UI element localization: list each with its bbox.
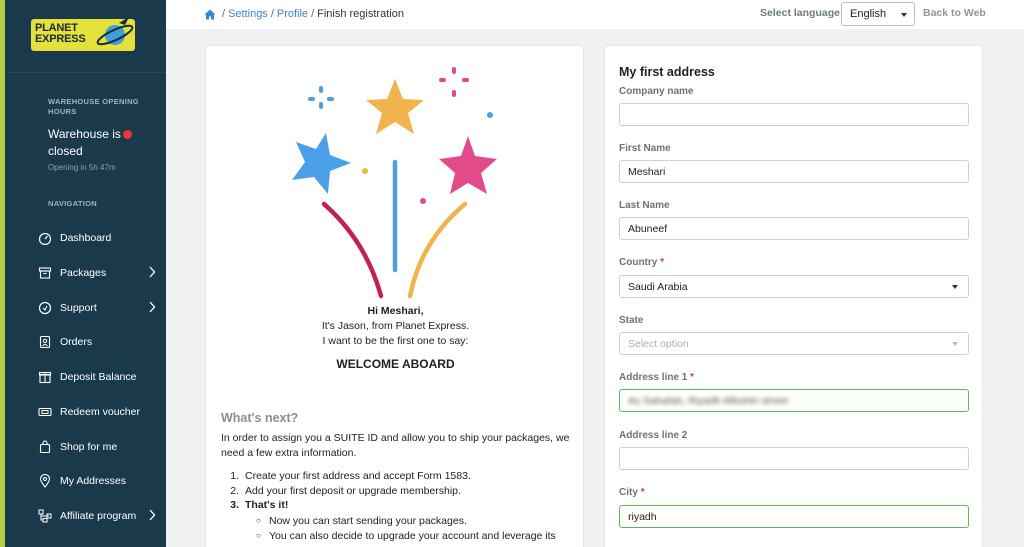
sidebar-accent-strip [0,0,5,547]
deposit-icon [38,371,52,384]
caret-down-icon [901,13,907,17]
nav-my-addresses[interactable]: My Addresses [38,470,160,492]
address-line-2-label: Address line 2 [619,430,688,441]
navigation-title: NAVIGATION [48,199,97,208]
nav-packages[interactable]: Packages [38,262,160,284]
address-line-2-input[interactable] [619,447,969,470]
nav-affiliate-program[interactable]: Affiliate program [38,505,160,527]
support-icon [38,301,52,315]
top-bar: / Settings / Profile / Finish registrati… [166,0,1024,29]
nav-deposit-balance[interactable]: Deposit Balance [38,366,160,388]
whats-next-intro: In order to assign you a SUITE ID and al… [221,432,570,459]
nav-label: Support [60,302,97,314]
package-icon [38,267,52,279]
nav-label: Orders [60,336,93,348]
address-form-card: My first address Company name First Name… [604,45,983,547]
chevron-right-icon [149,509,156,521]
intro-line: I want to be the first one to say: [322,335,469,347]
required-marker: * [690,372,695,383]
chevron-right-icon [149,301,156,313]
breadcrumb-settings[interactable]: Settings [228,8,268,20]
nav-orders[interactable]: Orders [38,331,160,353]
steps-list: 1. Create your first address and accept F… [221,469,471,513]
breadcrumb-separator: / [222,8,226,20]
logo-text: PLANET EXPRESS [35,22,86,45]
warehouse-hours-title: WAREHOUSE OPENING HOURS [48,97,139,116]
caret-down-icon [952,342,958,346]
dashboard-icon [38,232,52,245]
planet-icon [96,17,134,46]
nav-support[interactable]: Support [38,297,160,319]
city-input[interactable]: riyadh [619,505,969,528]
nav-label: Shop for me [60,441,118,453]
address-line-1-label: Address line 1 * [619,372,695,383]
city-label: City * [619,487,645,498]
closed-status-dot [123,130,132,139]
required-marker: * [660,257,665,268]
first-name-input[interactable]: Meshari [619,160,969,183]
state-select[interactable]: Select option [619,332,969,355]
affiliate-icon [38,509,52,523]
greeting: Hi Meshari, [367,305,424,317]
list-item: ○ Now you can start sending your packages… [256,515,467,527]
nav-label: Affiliate program [60,510,137,522]
nav-label: Redeem voucher [60,406,140,418]
location-pin-icon [39,474,51,488]
list-item: 3. That's it! [230,499,289,511]
warehouse-opening-time: Opening in 5h 47m [48,163,116,172]
fireworks-illustration [292,67,497,299]
breadcrumb-separator: / [270,8,274,20]
sidebar-divider [5,72,166,73]
voucher-icon [38,407,52,417]
state-label: State [619,315,644,326]
sidebar: PLANET EXPRESS WAREHOUSE OPENING HOURS W… [0,0,166,547]
first-name-label: First Name [619,143,671,154]
chevron-right-icon [149,266,156,278]
list-item: ○ You can also decide to upgrade your acc… [256,529,556,542]
nav-shop-for-me[interactable]: Shop for me [38,436,160,458]
list-item: 1. Create your first address and accept F… [230,470,471,482]
last-name-input[interactable]: Abuneef [619,217,969,240]
company-name-input[interactable] [619,103,969,126]
orders-icon [39,335,51,349]
welcome-card: Hi Meshari, It's Jason, from Planet Expr… [205,45,584,547]
substeps-list: ○ Now you can start sending your packages… [252,514,556,543]
country-value: Saudi Arabia [628,281,688,293]
caret-down-icon [952,285,958,289]
country-label: Country * [619,257,665,268]
back-to-web-link[interactable]: Back to Web [923,7,986,19]
list-item: 2. Add your first deposit or upgrade memb… [230,484,461,497]
address-line-1-input[interactable]: As Sahafah, Riyadh Albuhtri street [619,389,969,412]
nav-label: Packages [60,267,107,279]
breadcrumb: / Settings / Profile / Finish registrati… [204,8,404,20]
language-select[interactable]: English [841,2,915,26]
welcome-headline: WELCOME ABOARD [336,357,455,371]
nav-dashboard[interactable]: Dashboard [38,227,160,249]
planet-express-logo[interactable]: PLANET EXPRESS [31,17,135,51]
language-value: English [850,8,887,20]
intro-line: It's Jason, from Planet Express. [321,320,470,332]
address-line-1-value: As Sahafah, Riyadh Albuhtri street [628,395,788,407]
nav-label: Dashboard [60,232,112,244]
breadcrumb-separator: / [311,8,315,20]
required-marker: * [640,487,645,498]
shopping-bag-icon [39,440,51,454]
form-title: My first address [619,65,715,79]
company-name-label: Company name [619,86,694,97]
nav-redeem-voucher[interactable]: Redeem voucher [38,401,160,423]
home-icon[interactable] [204,9,216,20]
state-placeholder: Select option [628,338,689,350]
country-select[interactable]: Saudi Arabia [619,275,969,298]
language-label: Select language: [760,7,844,19]
nav-label: Deposit Balance [60,371,137,383]
whats-next-heading: What's next? [221,411,299,425]
last-name-label: Last Name [619,200,670,211]
breadcrumb-current: Finish registration [317,8,404,20]
nav-label: My Addresses [60,475,126,487]
breadcrumb-profile[interactable]: Profile [277,8,308,20]
